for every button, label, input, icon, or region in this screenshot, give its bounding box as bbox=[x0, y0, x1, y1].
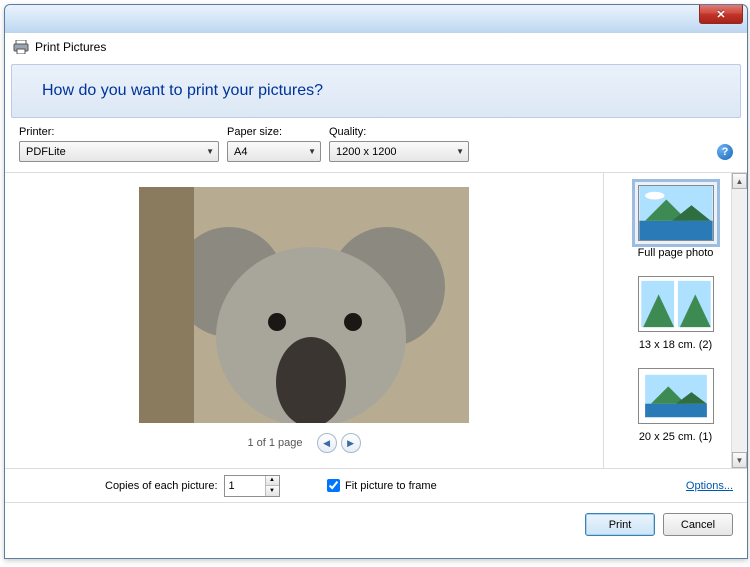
help-icon[interactable]: ? bbox=[717, 144, 733, 160]
layout-pane: Full page photo 13 x 18 cm. (2) 20 x 25 … bbox=[603, 173, 747, 468]
quality-value: 1200 x 1200 bbox=[336, 146, 397, 158]
layout-label: 13 x 18 cm. (2) bbox=[639, 339, 712, 351]
chevron-down-icon: ▼ bbox=[308, 147, 316, 156]
options-row: Copies of each picture: ▲ ▼ Fit picture … bbox=[5, 469, 747, 503]
banner: How do you want to print your pictures? bbox=[11, 64, 741, 118]
layout-scrollbar[interactable]: ▲ ▼ bbox=[731, 173, 747, 468]
printer-label: Printer: bbox=[19, 126, 219, 138]
paper-size-setting: Paper size: A4 ▼ bbox=[227, 126, 321, 162]
printer-value: PDFLite bbox=[26, 146, 66, 158]
scroll-up-button[interactable]: ▲ bbox=[732, 173, 747, 189]
printer-setting: Printer: PDFLite ▼ bbox=[19, 126, 219, 162]
printer-icon bbox=[13, 40, 29, 54]
layout-13x18[interactable]: 13 x 18 cm. (2) bbox=[604, 269, 747, 351]
close-button[interactable]: ✕ bbox=[699, 5, 743, 24]
next-page-button[interactable]: ▶ bbox=[341, 433, 361, 453]
copies-label: Copies of each picture: bbox=[105, 480, 218, 492]
chevron-down-icon: ▼ bbox=[456, 147, 464, 156]
quality-setting: Quality: 1200 x 1200 ▼ bbox=[329, 126, 469, 162]
layout-full-page[interactable]: Full page photo bbox=[604, 179, 747, 259]
preview-image bbox=[139, 187, 469, 423]
fit-label: Fit picture to frame bbox=[345, 480, 437, 492]
preview-pane: 1 of 1 page ◀ ▶ bbox=[5, 173, 603, 468]
paper-size-value: A4 bbox=[234, 146, 247, 158]
scroll-down-button[interactable]: ▼ bbox=[732, 452, 747, 468]
copies-up-button[interactable]: ▲ bbox=[265, 476, 279, 487]
copies-input[interactable] bbox=[225, 476, 265, 496]
layout-label: Full page photo bbox=[638, 247, 714, 259]
print-button[interactable]: Print bbox=[585, 513, 655, 536]
quality-combo[interactable]: 1200 x 1200 ▼ bbox=[329, 141, 469, 162]
pager-text: 1 of 1 page bbox=[247, 437, 302, 449]
options-link[interactable]: Options... bbox=[686, 480, 733, 492]
settings-row: Printer: PDFLite ▼ Paper size: A4 ▼ Qual… bbox=[5, 118, 747, 173]
titlebar: ✕ bbox=[5, 5, 747, 33]
paper-size-label: Paper size: bbox=[227, 126, 321, 138]
cancel-button[interactable]: Cancel bbox=[663, 513, 733, 536]
pager-nav: ◀ ▶ bbox=[317, 433, 361, 453]
button-row: Print Cancel bbox=[5, 503, 747, 546]
print-pictures-dialog: ✕ Print Pictures How do you want to prin… bbox=[4, 4, 748, 559]
copies-down-button[interactable]: ▼ bbox=[265, 486, 279, 496]
pager: 1 of 1 page ◀ ▶ bbox=[247, 433, 360, 453]
fit-group: Fit picture to frame bbox=[327, 479, 437, 492]
dialog-header: Print Pictures bbox=[5, 33, 747, 60]
koala-photo-placeholder bbox=[139, 187, 469, 423]
quality-label: Quality: bbox=[329, 126, 469, 138]
printer-combo[interactable]: PDFLite ▼ bbox=[19, 141, 219, 162]
layout-label: 20 x 25 cm. (1) bbox=[639, 431, 712, 443]
copies-spinner[interactable]: ▲ ▼ bbox=[224, 475, 280, 497]
copies-group: Copies of each picture: ▲ ▼ bbox=[105, 475, 280, 497]
fit-checkbox[interactable] bbox=[327, 479, 340, 492]
dialog-title: Print Pictures bbox=[35, 40, 106, 54]
banner-question: How do you want to print your pictures? bbox=[42, 82, 323, 100]
chevron-down-icon: ▼ bbox=[206, 147, 214, 156]
main-area: 1 of 1 page ◀ ▶ Full page photo bbox=[5, 173, 747, 469]
prev-page-button[interactable]: ◀ bbox=[317, 433, 337, 453]
layout-20x25[interactable]: 20 x 25 cm. (1) bbox=[604, 361, 747, 443]
paper-size-combo[interactable]: A4 ▼ bbox=[227, 141, 321, 162]
